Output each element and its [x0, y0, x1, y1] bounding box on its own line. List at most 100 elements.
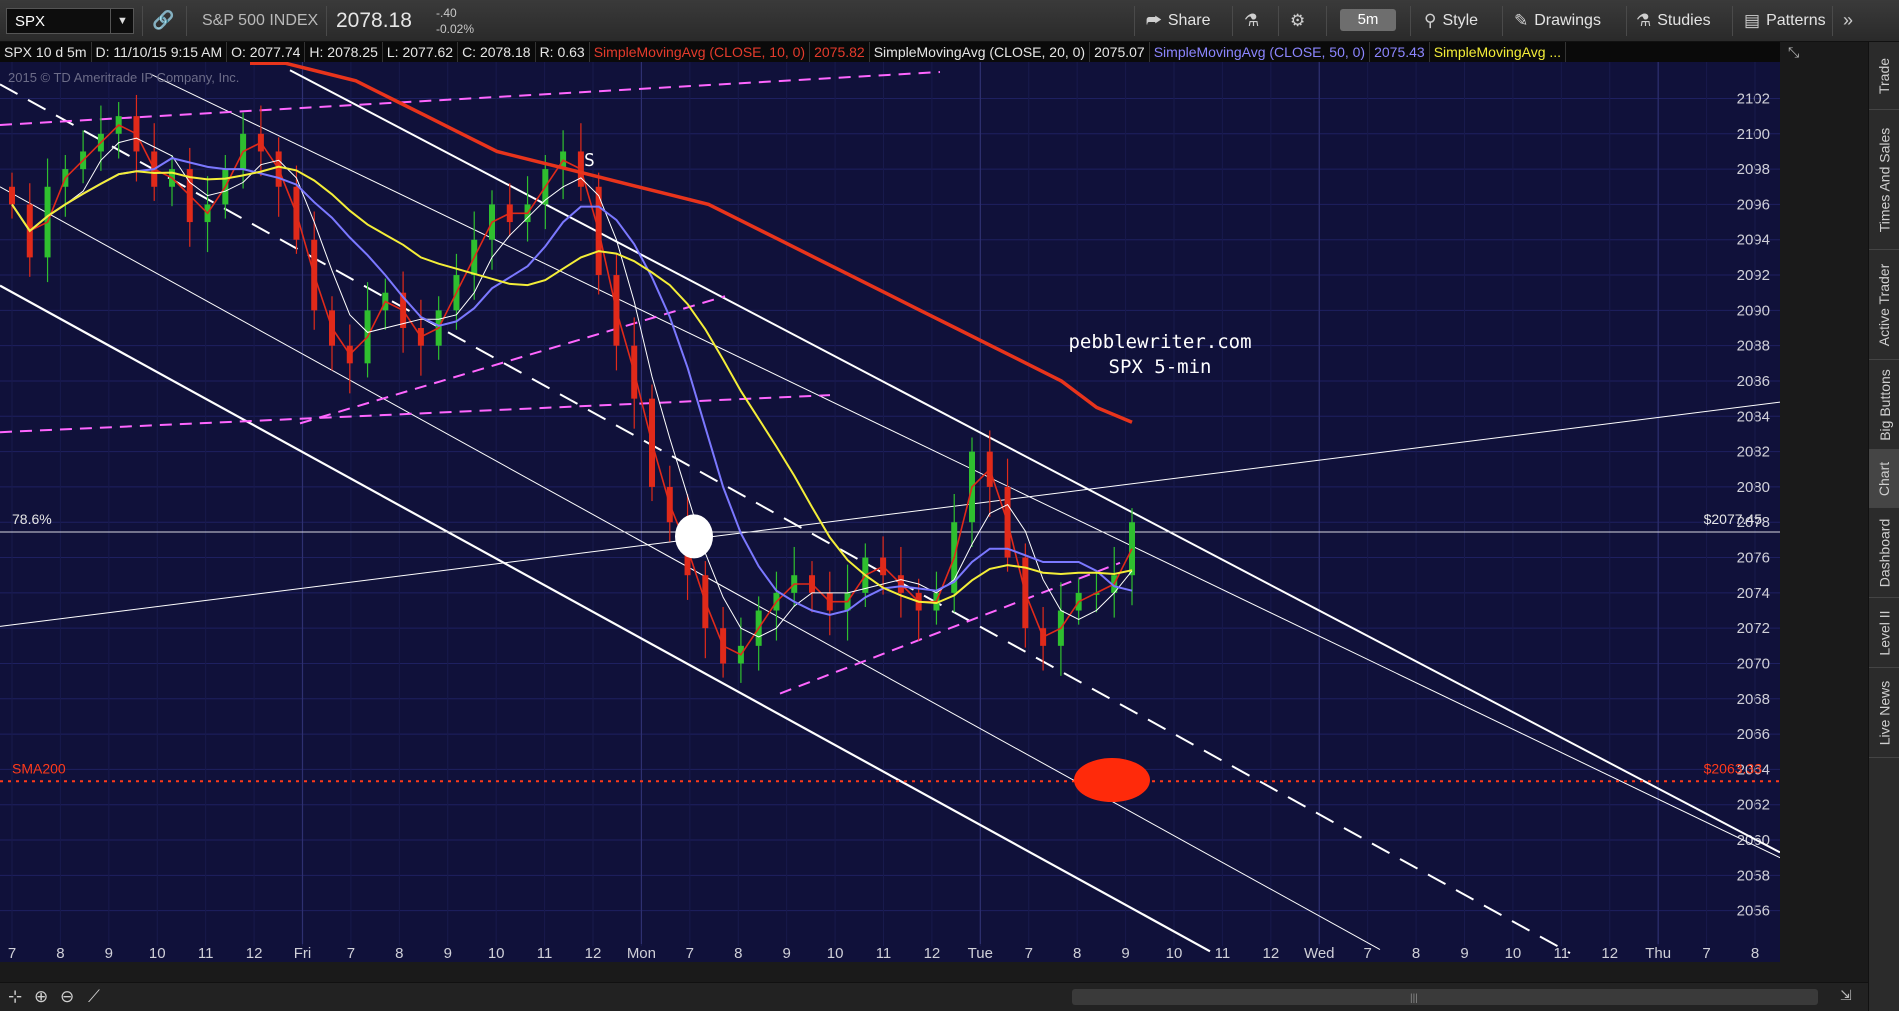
chart-header[interactable]: SPX 10 d 5m	[0, 42, 92, 62]
side-tab-trade[interactable]: Trade	[1869, 42, 1899, 110]
side-tab-active-trader[interactable]: Active Trader	[1869, 250, 1899, 360]
net-change: -.40	[436, 6, 457, 20]
crosshair-icon[interactable]: ⊹	[8, 987, 22, 1007]
x-tick-label: 9	[1460, 945, 1468, 962]
y-tick-label: 2066	[1737, 726, 1770, 743]
x-tick-label: 9	[782, 945, 790, 962]
side-tab-label: Times And Sales	[1876, 127, 1893, 232]
x-tick-label: 10	[827, 945, 844, 962]
studies-button[interactable]: ⚗ Studies	[1636, 8, 1711, 34]
sma10-label[interactable]: SimpleMovingAvg (CLOSE, 10, 0)	[590, 42, 811, 62]
side-tab-times-and-sales[interactable]: Times And Sales	[1869, 110, 1899, 250]
y-tick-label: 2072	[1737, 620, 1770, 637]
patterns-button[interactable]: ▤ Patterns	[1744, 8, 1826, 34]
y-tick-label: 2060	[1737, 832, 1770, 849]
side-tab-label: Level II	[1876, 609, 1893, 656]
bottom-toolbar: ⊹ ⊕ ⊖ ⟋ ||| ⇲	[0, 982, 1868, 1011]
share-button[interactable]: ⮫ Share	[1146, 8, 1211, 34]
side-tab-label: Chart	[1876, 461, 1893, 496]
y-tick-label: 2086	[1737, 373, 1770, 390]
x-tick-label: 11	[198, 945, 214, 962]
divider	[1732, 6, 1733, 36]
bar-high: H: 2078.25	[305, 42, 383, 62]
flask-icon: ⚗	[1636, 11, 1652, 30]
side-tab-chart[interactable]: Chart	[1869, 450, 1899, 508]
y-tick-label: 2080	[1737, 479, 1770, 496]
scrollbar-grip[interactable]: |||	[1410, 993, 1418, 1004]
style-icon: ⚲	[1424, 11, 1437, 30]
x-tick-label: 10	[1166, 945, 1183, 962]
double-chevron-right-icon[interactable]: »	[1843, 10, 1853, 31]
style-button[interactable]: ⚲ Style	[1424, 8, 1478, 34]
resize-icon[interactable]: ⇲	[1840, 987, 1852, 1004]
y-tick-label: 2094	[1737, 232, 1770, 249]
sma50-label[interactable]: SimpleMovingAvg (CLOSE, 50, 0)	[1150, 42, 1371, 62]
y-tick-label: 2100	[1737, 126, 1770, 143]
gear-icon: ⚙	[1290, 11, 1306, 30]
sma200-level-price: $2063.33	[1704, 760, 1763, 776]
side-panel: Trade Times And Sales Active Trader Big But…	[1868, 42, 1899, 1011]
sma200-label[interactable]: SimpleMovingAvg ...	[1430, 42, 1567, 62]
fib-level-price: $2077.45	[1704, 511, 1763, 527]
pencil-icon: ✎	[1514, 11, 1529, 30]
side-tab-live-news[interactable]: Live News	[1869, 668, 1899, 758]
y-tick-label: 2092	[1737, 267, 1770, 284]
side-tab-big-buttons[interactable]: Big Buttons	[1869, 360, 1899, 450]
link-icon[interactable]: 🔗	[152, 10, 174, 31]
annotation-line-2: SPX 5-min	[1108, 356, 1212, 378]
x-tick-label: 9	[444, 945, 452, 962]
y-tick-label: 2062	[1737, 797, 1770, 814]
white-marker	[675, 514, 713, 559]
x-tick-label: 7	[1363, 945, 1371, 962]
annotation-s: S	[584, 150, 595, 171]
zoom-out-icon[interactable]: ⊖	[60, 987, 74, 1007]
fib-level-label: 78.6%	[12, 511, 52, 527]
divider	[1832, 6, 1833, 36]
y-tick-label: 2102	[1737, 90, 1770, 107]
side-tab-dashboard[interactable]: Dashboard	[1869, 508, 1899, 598]
zoom-in-icon[interactable]: ⊕	[34, 987, 48, 1007]
y-tick-label: 2070	[1737, 655, 1770, 672]
draw-line-icon[interactable]: ⟋	[88, 987, 100, 1007]
y-tick-label: 2090	[1737, 302, 1770, 319]
y-tick-label: 2076	[1737, 550, 1770, 567]
symbol-dropdown-icon[interactable]: ▼	[110, 8, 134, 34]
studies-label: Studies	[1657, 12, 1711, 29]
style-label: Style	[1442, 12, 1479, 29]
side-tab-level-ii[interactable]: Level II	[1869, 598, 1899, 668]
bar-date: D: 11/10/15 9:15 AM	[92, 42, 228, 62]
x-tick-label: 7	[1025, 945, 1033, 962]
copyright-watermark: 2015 © TD Ameritrade IP Company, Inc.	[8, 70, 240, 85]
bar-close: C: 2078.18	[458, 42, 536, 62]
sma20-label[interactable]: SimpleMovingAvg (CLOSE, 20, 0)	[870, 42, 1091, 62]
settings-button[interactable]: ⚙	[1290, 8, 1305, 34]
timeframe-selector[interactable]: 5m	[1340, 9, 1396, 31]
horizontal-scrollbar[interactable]	[1072, 989, 1818, 1005]
drawings-label: Drawings	[1534, 12, 1601, 29]
price-chart[interactable]: 2102 2100 2098 2096 2094 2092 2090 2088 2086 2084…	[0, 62, 1780, 962]
y-tick-label: 2096	[1737, 196, 1770, 213]
collapse-icon[interactable]: ⤡	[1788, 44, 1799, 61]
candle-body	[9, 186, 15, 205]
chart-canvas[interactable]: 2102 2100 2098 2096 2094 2092 2090 2088 2086 2084…	[0, 62, 1780, 962]
x-tick-label: 7	[686, 945, 694, 962]
drawings-button[interactable]: ✎ Drawings	[1514, 8, 1601, 34]
x-tick-label: 10	[1505, 945, 1522, 962]
bar-low: L: 2077.62	[383, 42, 459, 62]
divider	[326, 6, 327, 36]
x-tick-label: Tue	[968, 945, 993, 962]
x-tick-label: 8	[1073, 945, 1081, 962]
x-tick-label: 8	[56, 945, 64, 962]
x-tick-label: 9	[1121, 945, 1129, 962]
flask-button[interactable]: ⚗	[1244, 8, 1259, 34]
x-tick-label: 8	[1751, 945, 1759, 962]
sma50-value: 2075.43	[1370, 42, 1430, 62]
flask-icon: ⚗	[1244, 11, 1260, 30]
x-tick-label: 8	[1412, 945, 1420, 962]
patterns-label: Patterns	[1766, 12, 1826, 29]
chart-annotation-title: pebblewriter.com SPX 5-min	[1010, 330, 1310, 380]
sma10-value: 2075.82	[810, 42, 870, 62]
y-tick-label: 2098	[1737, 161, 1770, 178]
annotation-line-1: pebblewriter.com	[1068, 331, 1252, 353]
x-tick-label: Mon	[627, 945, 656, 962]
